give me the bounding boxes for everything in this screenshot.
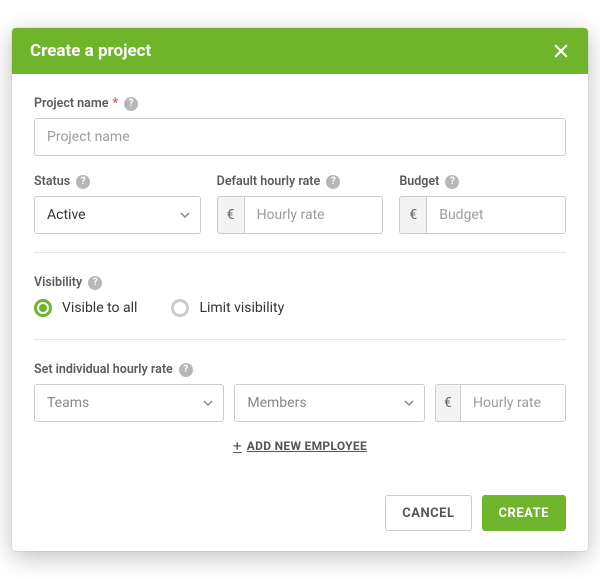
create-button[interactable]: CREATE [482,495,566,531]
hourly-rate-label-row: Default hourly rate ? [217,174,384,189]
status-select[interactable]: Active [34,196,201,234]
close-icon [552,42,570,60]
teams-placeholder: Teams [47,395,89,411]
status-select-wrap: Active [34,196,201,234]
currency-prefix: € [217,196,244,234]
help-icon[interactable]: ? [326,175,340,189]
help-icon[interactable]: ? [76,175,90,189]
visibility-label-row: Visibility ? [34,275,566,290]
individual-rate-input[interactable] [460,384,566,422]
visibility-radio-row: Visible to all Limit visibility [34,299,566,317]
project-name-label-row: Project name * ? [34,96,566,111]
individual-rate-label-row: Set individual hourly rate ? [34,362,566,377]
visibility-label: Visibility [34,275,82,290]
budget-label: Budget [399,174,439,189]
modal-footer: CANCEL CREATE [12,481,588,551]
currency-prefix: € [399,196,426,234]
teams-select[interactable]: Teams [34,384,224,422]
plus-icon: + [233,437,242,455]
visibility-radio-all[interactable]: Visible to all [34,299,137,317]
help-icon[interactable]: ? [88,276,102,290]
hourly-rate-field: Default hourly rate ? € [217,174,384,234]
visibility-field: Visibility ? Visible to all Limit visibi… [34,275,566,317]
modal-title: Create a project [30,41,151,61]
budget-input-group: € [399,196,566,234]
individual-rate-input-group: € [435,384,566,422]
project-name-label: Project name [34,96,108,111]
individual-rate-row: Teams Members € [34,384,566,422]
budget-label-row: Budget ? [399,174,566,189]
hourly-rate-input-group: € [217,196,384,234]
radio-checked-icon [34,299,52,317]
radio-unchecked-icon [171,299,189,317]
hourly-rate-label: Default hourly rate [217,174,321,189]
modal-body: Project name * ? Status ? Active [12,74,588,481]
add-employee-label: Add new employee [247,439,367,453]
visibility-limit-label: Limit visibility [199,300,284,316]
members-placeholder: Members [247,395,306,411]
create-project-modal: Create a project Project name * ? Status… [12,28,588,551]
project-name-field: Project name * ? [34,96,566,156]
cancel-button[interactable]: CANCEL [385,495,471,531]
close-button[interactable] [552,42,570,60]
project-name-input[interactable] [34,118,566,156]
status-field: Status ? Active [34,174,201,234]
divider [34,339,566,340]
help-icon[interactable]: ? [124,97,138,111]
add-employee-row: + Add new employee [34,436,566,455]
teams-select-wrap: Teams [34,384,224,422]
budget-input[interactable] [426,196,566,234]
status-label: Status [34,174,70,189]
members-select-wrap: Members [234,384,424,422]
help-icon[interactable]: ? [445,175,459,189]
members-select[interactable]: Members [234,384,424,422]
help-icon[interactable]: ? [179,363,193,377]
individual-rate-field: Set individual hourly rate ? Teams Membe… [34,362,566,455]
required-marker: * [112,96,118,111]
add-employee-link[interactable]: + Add new employee [233,437,367,455]
divider [34,252,566,253]
individual-rate-label: Set individual hourly rate [34,362,173,377]
budget-field: Budget ? € [399,174,566,234]
currency-prefix: € [435,384,460,422]
status-value: Active [47,207,86,223]
status-label-row: Status ? [34,174,201,189]
hourly-rate-input[interactable] [244,196,384,234]
status-rate-budget-row: Status ? Active Default hourly rate ? [34,174,566,234]
visibility-all-label: Visible to all [62,300,137,316]
visibility-radio-limit[interactable]: Limit visibility [171,299,284,317]
modal-header: Create a project [12,28,588,74]
